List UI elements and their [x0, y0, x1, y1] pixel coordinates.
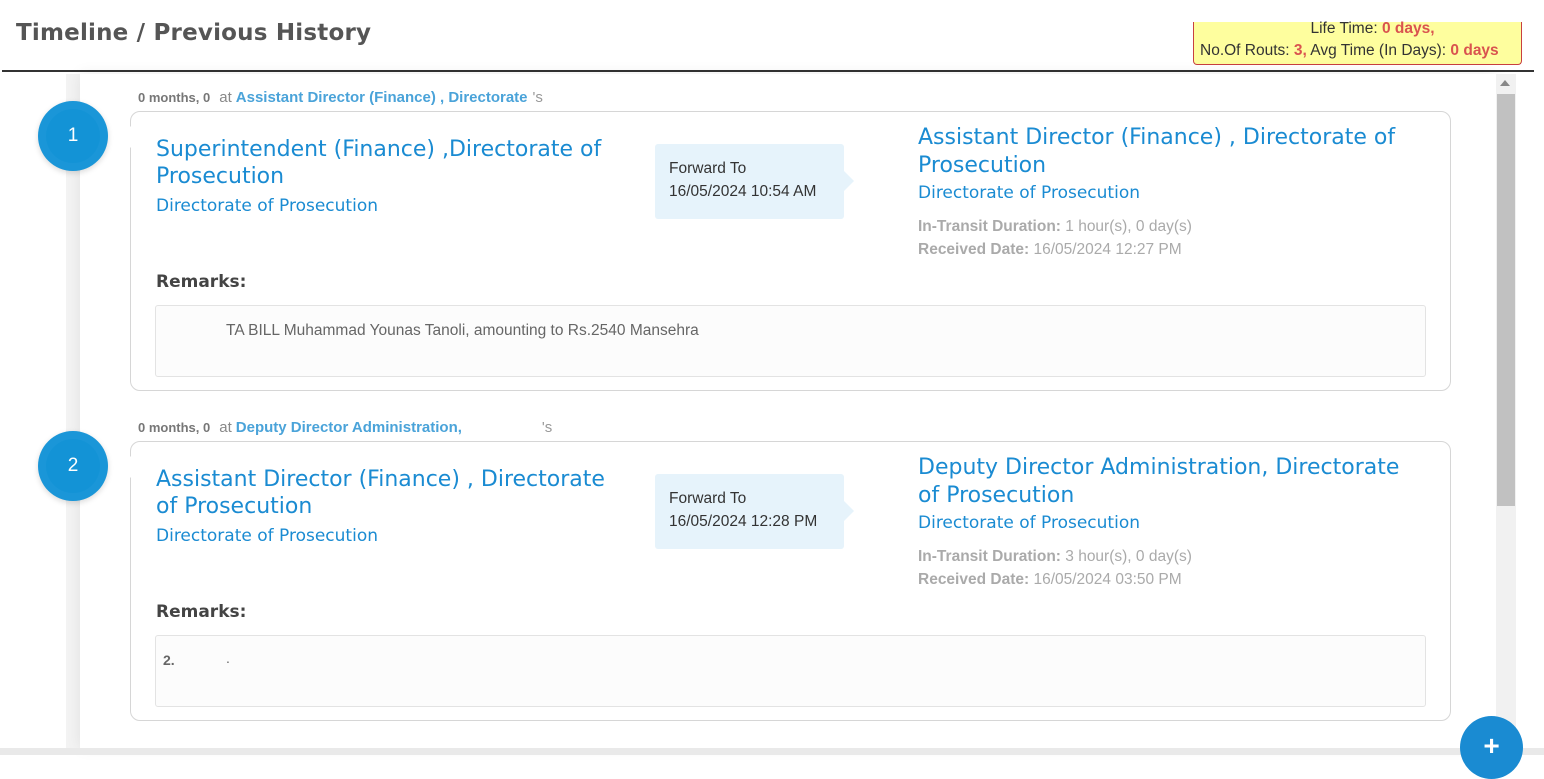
- received-label: Received Date:: [918, 241, 1030, 258]
- remarks-text: TA BILL Muhammad Younas Tanoli, amountin…: [226, 322, 699, 339]
- transit-duration: In-Transit Duration: 3 hour(s), 0 day(s): [918, 548, 1192, 566]
- routes-label: No.Of Routs:: [1200, 42, 1290, 59]
- remarks-box: TA BILL Muhammad Younas Tanoli, amountin…: [155, 305, 1426, 377]
- scroll-up-arrow-icon[interactable]: [1500, 80, 1510, 86]
- routes-value: 3,: [1293, 42, 1307, 59]
- from-designation[interactable]: Assistant Director (Finance) , Directora…: [156, 466, 626, 520]
- add-floating-button[interactable]: +: [1460, 716, 1523, 779]
- remarks-text: .: [226, 650, 230, 666]
- forward-date: 16/05/2024 12:28 PM: [669, 513, 818, 530]
- entry-at-office[interactable]: Assistant Director (Finance) , Directora…: [236, 89, 528, 106]
- received-date: Received Date: 16/05/2024 03:50 PM: [918, 571, 1182, 589]
- to-designation[interactable]: Assistant Director (Finance) , Directora…: [918, 124, 1418, 180]
- horizontal-scrollbar[interactable]: [0, 748, 1544, 755]
- page-title: Timeline / Previous History: [16, 20, 372, 46]
- plus-icon: +: [1483, 730, 1500, 761]
- avg-time-label: Avg Time (In Days):: [1310, 42, 1447, 59]
- remarks-box: 2. .: [155, 635, 1426, 707]
- left-strip: [2, 74, 66, 748]
- timeline-page: Timeline / Previous History Life Time: 0…: [0, 0, 1544, 779]
- transit-label: In-Transit Duration:: [918, 218, 1061, 235]
- summary-box: Life Time: 0 days, No.Of Routs: 3, Avg T…: [1193, 20, 1522, 65]
- transit-value: 1 hour(s), 0 day(s): [1065, 218, 1192, 235]
- transit-label: In-Transit Duration:: [918, 548, 1061, 565]
- forward-date: 16/05/2024 10:54 AM: [669, 183, 817, 200]
- transit-duration: In-Transit Duration: 1 hour(s), 0 day(s): [918, 218, 1192, 236]
- step-number: 2: [67, 455, 79, 476]
- timeline-card: Assistant Director (Finance) , Directora…: [120, 441, 1451, 721]
- step-number: 1: [67, 125, 79, 146]
- avg-time-value: 0 days: [1450, 42, 1499, 59]
- from-office[interactable]: Directorate of Prosecution: [156, 196, 378, 216]
- life-time-value: 0 days,: [1381, 20, 1435, 37]
- summary-life-time: Life Time: 0 days,: [1194, 20, 1521, 38]
- life-time-label: Life Time:: [1310, 20, 1378, 37]
- remarks-label: Remarks:: [156, 602, 247, 622]
- step-badge: 2: [38, 431, 108, 501]
- entry-meta: 0 months, 0 at Deputy Director Administrat…: [138, 419, 552, 436]
- entry-duration: 0 months, 0: [138, 90, 211, 105]
- forward-label: Forward To: [669, 160, 747, 177]
- remarks-label: Remarks:: [156, 272, 247, 292]
- entry-possessive: 's: [532, 89, 543, 106]
- received-label: Received Date:: [918, 571, 1030, 588]
- entry-meta: 0 months, 0 at Assistant Director (Finance…: [138, 89, 543, 106]
- forward-box: Forward To 16/05/2024 10:54 AM: [655, 144, 854, 219]
- forward-box: Forward To 16/05/2024 12:28 PM: [655, 474, 854, 549]
- from-designation[interactable]: Superintendent (Finance) ,Directorate of…: [156, 136, 626, 190]
- entry-possessive: 's: [541, 419, 553, 436]
- received-date: Received Date: 16/05/2024 12:27 PM: [918, 241, 1182, 259]
- entry-at: at: [219, 89, 232, 106]
- entry-at-office[interactable]: Deputy Director Administration,: [236, 419, 462, 436]
- from-office[interactable]: Directorate of Prosecution: [156, 526, 378, 546]
- timeline-card: Superintendent (Finance) ,Directorate of…: [120, 111, 1451, 391]
- step-badge: 1: [38, 101, 108, 171]
- received-value: 16/05/2024 03:50 PM: [1033, 571, 1182, 588]
- received-value: 16/05/2024 12:27 PM: [1033, 241, 1182, 258]
- transit-value: 3 hour(s), 0 day(s): [1065, 548, 1192, 565]
- scrollbar-thumb[interactable]: [1497, 94, 1515, 506]
- entry-at: at: [219, 419, 232, 436]
- summary-routes: No.Of Routs: 3, Avg Time (In Days): 0 da…: [1200, 42, 1521, 60]
- forward-label: Forward To: [669, 490, 747, 507]
- to-office[interactable]: Directorate of Prosecution: [918, 183, 1140, 203]
- entry-duration: 0 months, 0: [138, 420, 211, 435]
- to-office[interactable]: Directorate of Prosecution: [918, 513, 1140, 533]
- remarks-number: 2.: [163, 652, 175, 668]
- to-designation[interactable]: Deputy Director Administration, Director…: [918, 454, 1418, 510]
